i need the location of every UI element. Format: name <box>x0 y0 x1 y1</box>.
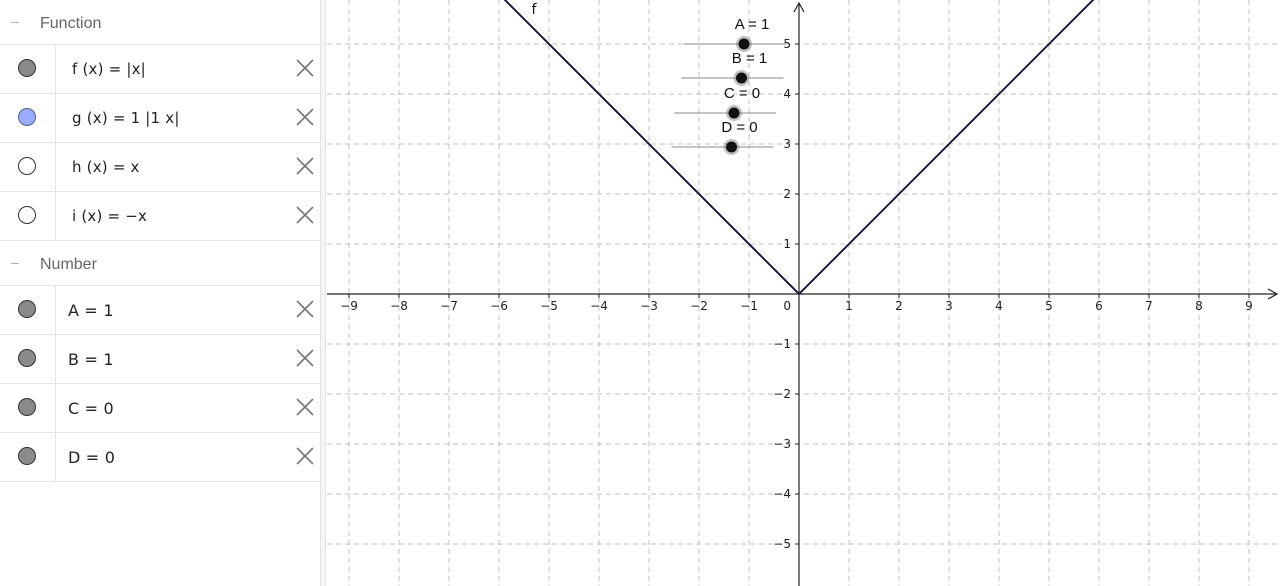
algebra-row-h[interactable]: h (x) = x <box>0 143 320 192</box>
y-tick-label: −3 <box>773 437 791 451</box>
visibility-toggle[interactable] <box>18 59 36 77</box>
algebra-expression[interactable]: h (x) = x <box>72 158 140 176</box>
y-tick-label: 1 <box>783 237 791 251</box>
x-tick-label: 6 <box>1095 299 1103 313</box>
close-icon[interactable] <box>294 155 316 177</box>
view-splitter[interactable] <box>320 0 326 586</box>
x-tick-label: 8 <box>1195 299 1203 313</box>
x-tick-label: 2 <box>895 299 903 313</box>
slider-label: C = 0 <box>724 85 760 102</box>
marble-cell <box>0 94 56 142</box>
algebra-expression[interactable]: C = 0 <box>68 399 114 418</box>
close-icon[interactable] <box>294 445 316 467</box>
curve-label-f: f <box>532 2 538 18</box>
grid-lines <box>327 0 1280 586</box>
close-icon[interactable] <box>294 204 316 226</box>
x-tick-label: 9 <box>1245 299 1253 313</box>
y-tick-label: 4 <box>783 87 791 101</box>
algebra-row-i[interactable]: i (x) = −x <box>0 192 320 241</box>
group-header-number[interactable]: Number <box>0 241 320 286</box>
algebra-row-D[interactable]: D = 0 <box>0 433 320 482</box>
algebra-row-C[interactable]: C = 0 <box>0 384 320 433</box>
group-title: Function <box>40 15 102 32</box>
marble-cell <box>0 433 56 481</box>
x-tick-label: −4 <box>590 299 608 313</box>
close-icon[interactable] <box>294 347 316 369</box>
coordinate-plane[interactable]: −9 −8 −7 −6 −5 −4 −3 −2 −1 1 2 3 4 5 6 7 8 954321−1−2−3−4… <box>327 0 1280 586</box>
slider-label: B = 1 <box>732 50 767 67</box>
close-icon[interactable] <box>294 106 316 128</box>
x-tick-label: −3 <box>640 299 658 313</box>
algebra-row-f[interactable]: f (x) = |x| <box>0 45 320 94</box>
marble-cell <box>0 286 56 334</box>
group-header-function[interactable]: Function <box>0 0 320 45</box>
slider-B[interactable]: B = 1 <box>681 50 784 86</box>
x-tick-label: −8 <box>390 299 408 313</box>
marble-cell <box>0 143 56 191</box>
x-tick-label: 7 <box>1145 299 1153 313</box>
axes <box>327 1 1279 586</box>
x-tick-label: −1 <box>740 299 758 313</box>
collapse-icon[interactable] <box>10 258 20 268</box>
y-tick-label: 3 <box>783 137 791 151</box>
marble-cell <box>0 384 56 432</box>
marble-cell <box>0 192 56 240</box>
y-tick-label: 2 <box>783 187 791 201</box>
visibility-toggle[interactable] <box>18 157 36 175</box>
visibility-toggle[interactable] <box>18 206 36 224</box>
algebra-expression[interactable]: f (x) = |x| <box>72 60 146 78</box>
graphics-view[interactable]: −9 −8 −7 −6 −5 −4 −3 −2 −1 1 2 3 4 5 6 7 8 9 5 4 3 2 1 −1 −2 −3 −4… <box>327 0 1280 586</box>
x-tick-label: −2 <box>690 299 708 313</box>
x-tick-label: 3 <box>945 299 953 313</box>
visibility-toggle[interactable] <box>18 447 36 465</box>
collapse-icon[interactable] <box>10 17 20 27</box>
algebra-row-B[interactable]: B = 1 <box>0 335 320 384</box>
algebra-view: Function f (x) = |x| g (x) = 1 |1 x| h (… <box>0 0 321 586</box>
marble-cell <box>0 335 56 383</box>
x-tick-label: 1 <box>845 299 853 313</box>
x-tick-label: −9 <box>340 299 358 313</box>
algebra-expression[interactable]: i (x) = −x <box>72 207 147 225</box>
slider-handle[interactable] <box>736 72 747 84</box>
algebra-expression[interactable]: A = 1 <box>68 301 114 320</box>
x-tick-label: −5 <box>540 299 558 313</box>
visibility-toggle[interactable] <box>18 398 36 416</box>
slider-C[interactable]: C = 0 <box>674 85 776 121</box>
y-tick-label: −4 <box>773 487 791 501</box>
algebra-expression[interactable]: D = 0 <box>68 448 115 467</box>
group-title: Number <box>40 256 97 273</box>
algebra-expression[interactable]: g (x) = 1 |1 x| <box>72 109 180 127</box>
y-tick-label: −2 <box>773 387 791 401</box>
slider-handle[interactable] <box>728 107 740 119</box>
visibility-toggle[interactable] <box>18 108 36 126</box>
x-tick-label: 4 <box>995 299 1003 313</box>
close-icon[interactable] <box>294 298 316 320</box>
visibility-toggle[interactable] <box>18 300 36 318</box>
x-tick-label: 5 <box>1045 299 1053 313</box>
algebra-expression[interactable]: B = 1 <box>68 350 114 369</box>
x-tick-label: −6 <box>490 299 508 313</box>
x-tick-label: −7 <box>440 299 458 313</box>
slider-label: A = 1 <box>735 16 770 33</box>
algebra-row-g[interactable]: g (x) = 1 |1 x| <box>0 94 320 143</box>
slider-handle[interactable] <box>726 141 737 153</box>
y-tick-label: −1 <box>773 337 791 351</box>
marble-cell <box>0 45 56 93</box>
y-tick-label: −5 <box>773 537 791 551</box>
close-icon[interactable] <box>294 57 316 79</box>
algebra-row-A[interactable]: A = 1 <box>0 286 320 335</box>
slider-label: D = 0 <box>721 119 757 136</box>
close-icon[interactable] <box>294 396 316 418</box>
slider-handle[interactable] <box>738 38 750 50</box>
origin-label: 0 <box>783 299 791 313</box>
slider-D[interactable]: D = 0 <box>671 119 774 155</box>
sliders[interactable]: A = 1 B = 1 C = 0 D = 0 <box>671 16 787 155</box>
visibility-toggle[interactable] <box>18 349 36 367</box>
